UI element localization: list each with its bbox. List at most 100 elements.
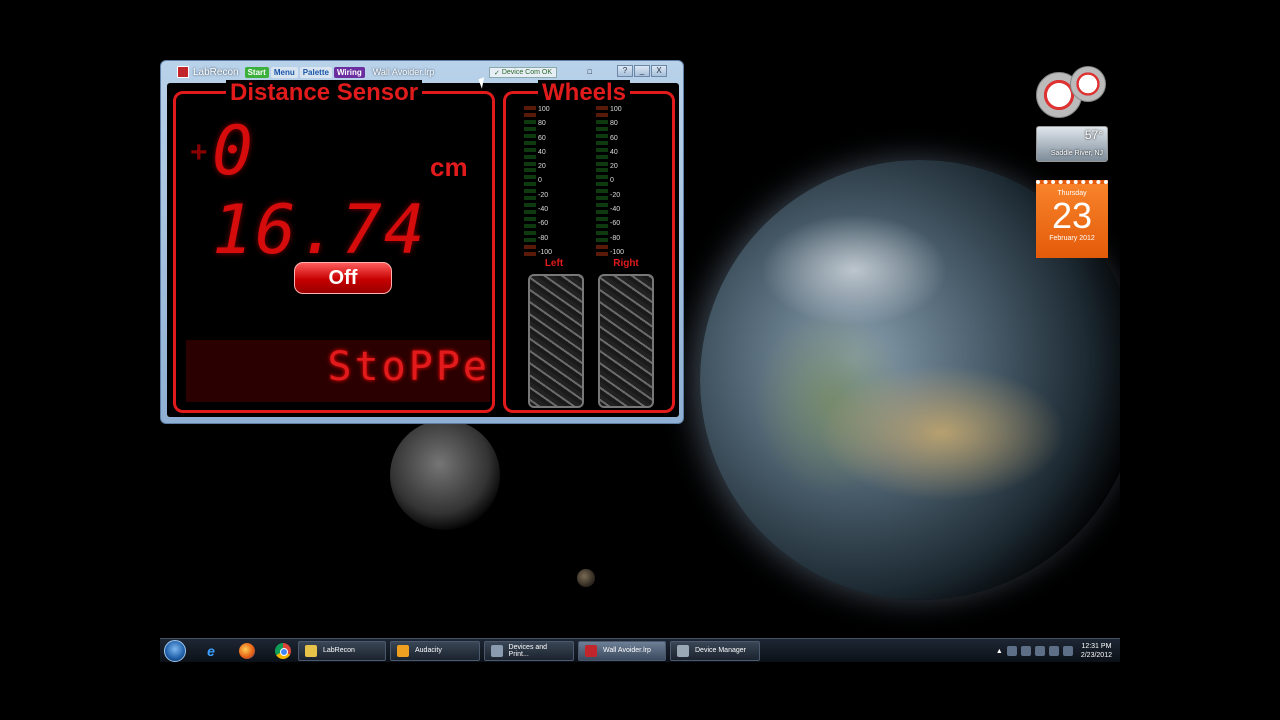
left-meter-scale: 100 80 60 40 20 0 -20 -40 -60 -80 -100 [538, 106, 552, 256]
taskbar-item-audacity[interactable]: Audacity [390, 640, 480, 661]
firefox-icon [239, 642, 255, 659]
bluetooth-icon[interactable] [1020, 646, 1031, 656]
scale-tick: 40 [538, 148, 546, 156]
left-tire-icon [528, 274, 584, 408]
scale-tick: 20 [538, 163, 546, 171]
meter-segment [524, 230, 536, 235]
task-label: LabRecon [323, 647, 355, 654]
right-wheel-meter: 100 80 60 40 20 0 -20 -40 -60 -80 -100 [596, 106, 632, 260]
system-clock[interactable]: 12:31 PM 2/23/2012 [1081, 642, 1112, 660]
right-tire-icon [598, 274, 654, 408]
action-center-icon[interactable] [1034, 646, 1045, 656]
moon-wallpaper [390, 420, 500, 530]
meter-segment [524, 251, 536, 256]
scale-tick: 100 [610, 106, 622, 113]
start-button[interactable]: Start [244, 66, 269, 78]
distance-readout: + 0 16.74 cm [190, 112, 480, 270]
scale-tick: -80 [610, 234, 621, 242]
chrome-pin[interactable] [272, 641, 294, 661]
meter-segment [596, 223, 608, 228]
scale-tick: 80 [538, 120, 546, 128]
weather-location: Saddle River, NJ [1050, 150, 1103, 157]
left-wheel-meter: 100 80 60 40 20 0 -20 -40 -60 -80 -100 [524, 106, 560, 260]
close-button[interactable]: X [651, 65, 667, 77]
meter-segment [524, 147, 536, 152]
meter-segment [524, 210, 536, 215]
audacity-icon [397, 644, 409, 657]
meter-segment [596, 237, 608, 242]
meter-segment [524, 182, 536, 187]
cpu-meter-gadget[interactable] [1036, 66, 1108, 118]
calendar-gadget[interactable]: Thursday 23 February 2012 [1036, 180, 1108, 258]
internet-explorer-icon[interactable]: e [200, 641, 222, 661]
checkmark-icon: ✓ [494, 69, 502, 77]
scale-tick: 80 [610, 120, 618, 128]
scale-tick: 40 [610, 148, 618, 156]
scale-tick: -20 [538, 191, 549, 199]
scale-tick: -20 [610, 191, 621, 199]
options-checkbox[interactable]: ☐ [587, 67, 611, 78]
meter-segment [596, 175, 608, 180]
meter-segment [524, 133, 536, 138]
help-button[interactable]: ? [617, 65, 633, 77]
wiring-button[interactable]: Wiring [333, 66, 365, 78]
meter-segment [524, 106, 536, 110]
meter-segment [596, 196, 608, 201]
status-ticker: StoPPe [186, 340, 490, 402]
scale-tick: 0 [538, 177, 542, 185]
device-status-indicator[interactable]: ✓ Device Com OK [489, 67, 557, 78]
clock-time: 12:31 PM [1081, 643, 1112, 650]
distance-sensor-panel: Distance Sensor + 0 16.74 cm Off StoPPe [173, 80, 495, 413]
scale-tick: -100 [538, 248, 553, 256]
taskbar-item-wall-avoider[interactable]: Wall Avoider.lrp [578, 640, 666, 661]
left-meter-bars [524, 106, 536, 256]
scale-tick: -80 [538, 234, 549, 242]
app-canvas: Distance Sensor + 0 16.74 cm Off StoPPe … [167, 80, 679, 417]
planet-wallpaper [577, 569, 595, 587]
task-label: Wall Avoider.lrp [603, 647, 651, 654]
start-menu-button[interactable] [164, 639, 186, 662]
meter-segment [524, 189, 536, 194]
weather-gadget[interactable]: 57° Saddle River, NJ [1036, 126, 1108, 162]
wheels-title: Wheels [538, 80, 631, 106]
task-label: Audacity [415, 647, 442, 654]
network-icon[interactable] [1006, 646, 1017, 656]
chrome-icon [275, 642, 291, 659]
right-meter-scale: 100 80 60 40 20 0 -20 -40 -60 -80 -100 [610, 106, 624, 256]
scale-tick: 0 [610, 177, 614, 185]
meter-segment [524, 223, 536, 228]
meter-segment [596, 154, 608, 159]
meter-segment [524, 112, 536, 117]
meter-segment [596, 106, 608, 110]
right-meter-bars [596, 106, 608, 256]
meter-segment [524, 217, 536, 221]
meter-segment [596, 210, 608, 215]
menu-button[interactable]: Menu [270, 66, 298, 78]
scale-tick: 60 [610, 134, 618, 142]
distance-unit: cm [430, 152, 468, 182]
taskbar-item-device-manager[interactable]: Device Manager [670, 640, 760, 661]
monitor-icon[interactable] [1048, 646, 1059, 656]
volume-icon[interactable] [1062, 646, 1073, 656]
scale-tick: -60 [610, 220, 621, 228]
clock-date: 2/23/2012 [1080, 652, 1112, 659]
taskbar-item-labrecon[interactable]: LabRecon [298, 640, 386, 661]
meter-segment [596, 244, 608, 249]
device-manager-icon [677, 644, 689, 657]
tray-expand-icon[interactable]: ▲ [996, 648, 1003, 655]
sign-indicator: + [190, 136, 208, 169]
weather-temperature: 57° [1084, 128, 1103, 142]
meter-segment [524, 119, 536, 124]
meter-segment [596, 189, 608, 194]
taskbar-item-devices[interactable]: Devices and Print... [484, 640, 574, 661]
firefox-pin[interactable] [236, 641, 258, 661]
meter-segment [596, 161, 608, 166]
system-tray: ▲ 12:31 PM 2/23/2012 [996, 639, 1112, 663]
calendar-date: 23 [1051, 195, 1093, 236]
minimize-button[interactable]: _ [634, 65, 650, 77]
meter-segment [596, 168, 608, 173]
scale-tick: 100 [538, 106, 550, 113]
palette-button[interactable]: Palette [299, 66, 332, 78]
meter-segment [596, 147, 608, 152]
off-button[interactable]: Off [294, 262, 392, 294]
